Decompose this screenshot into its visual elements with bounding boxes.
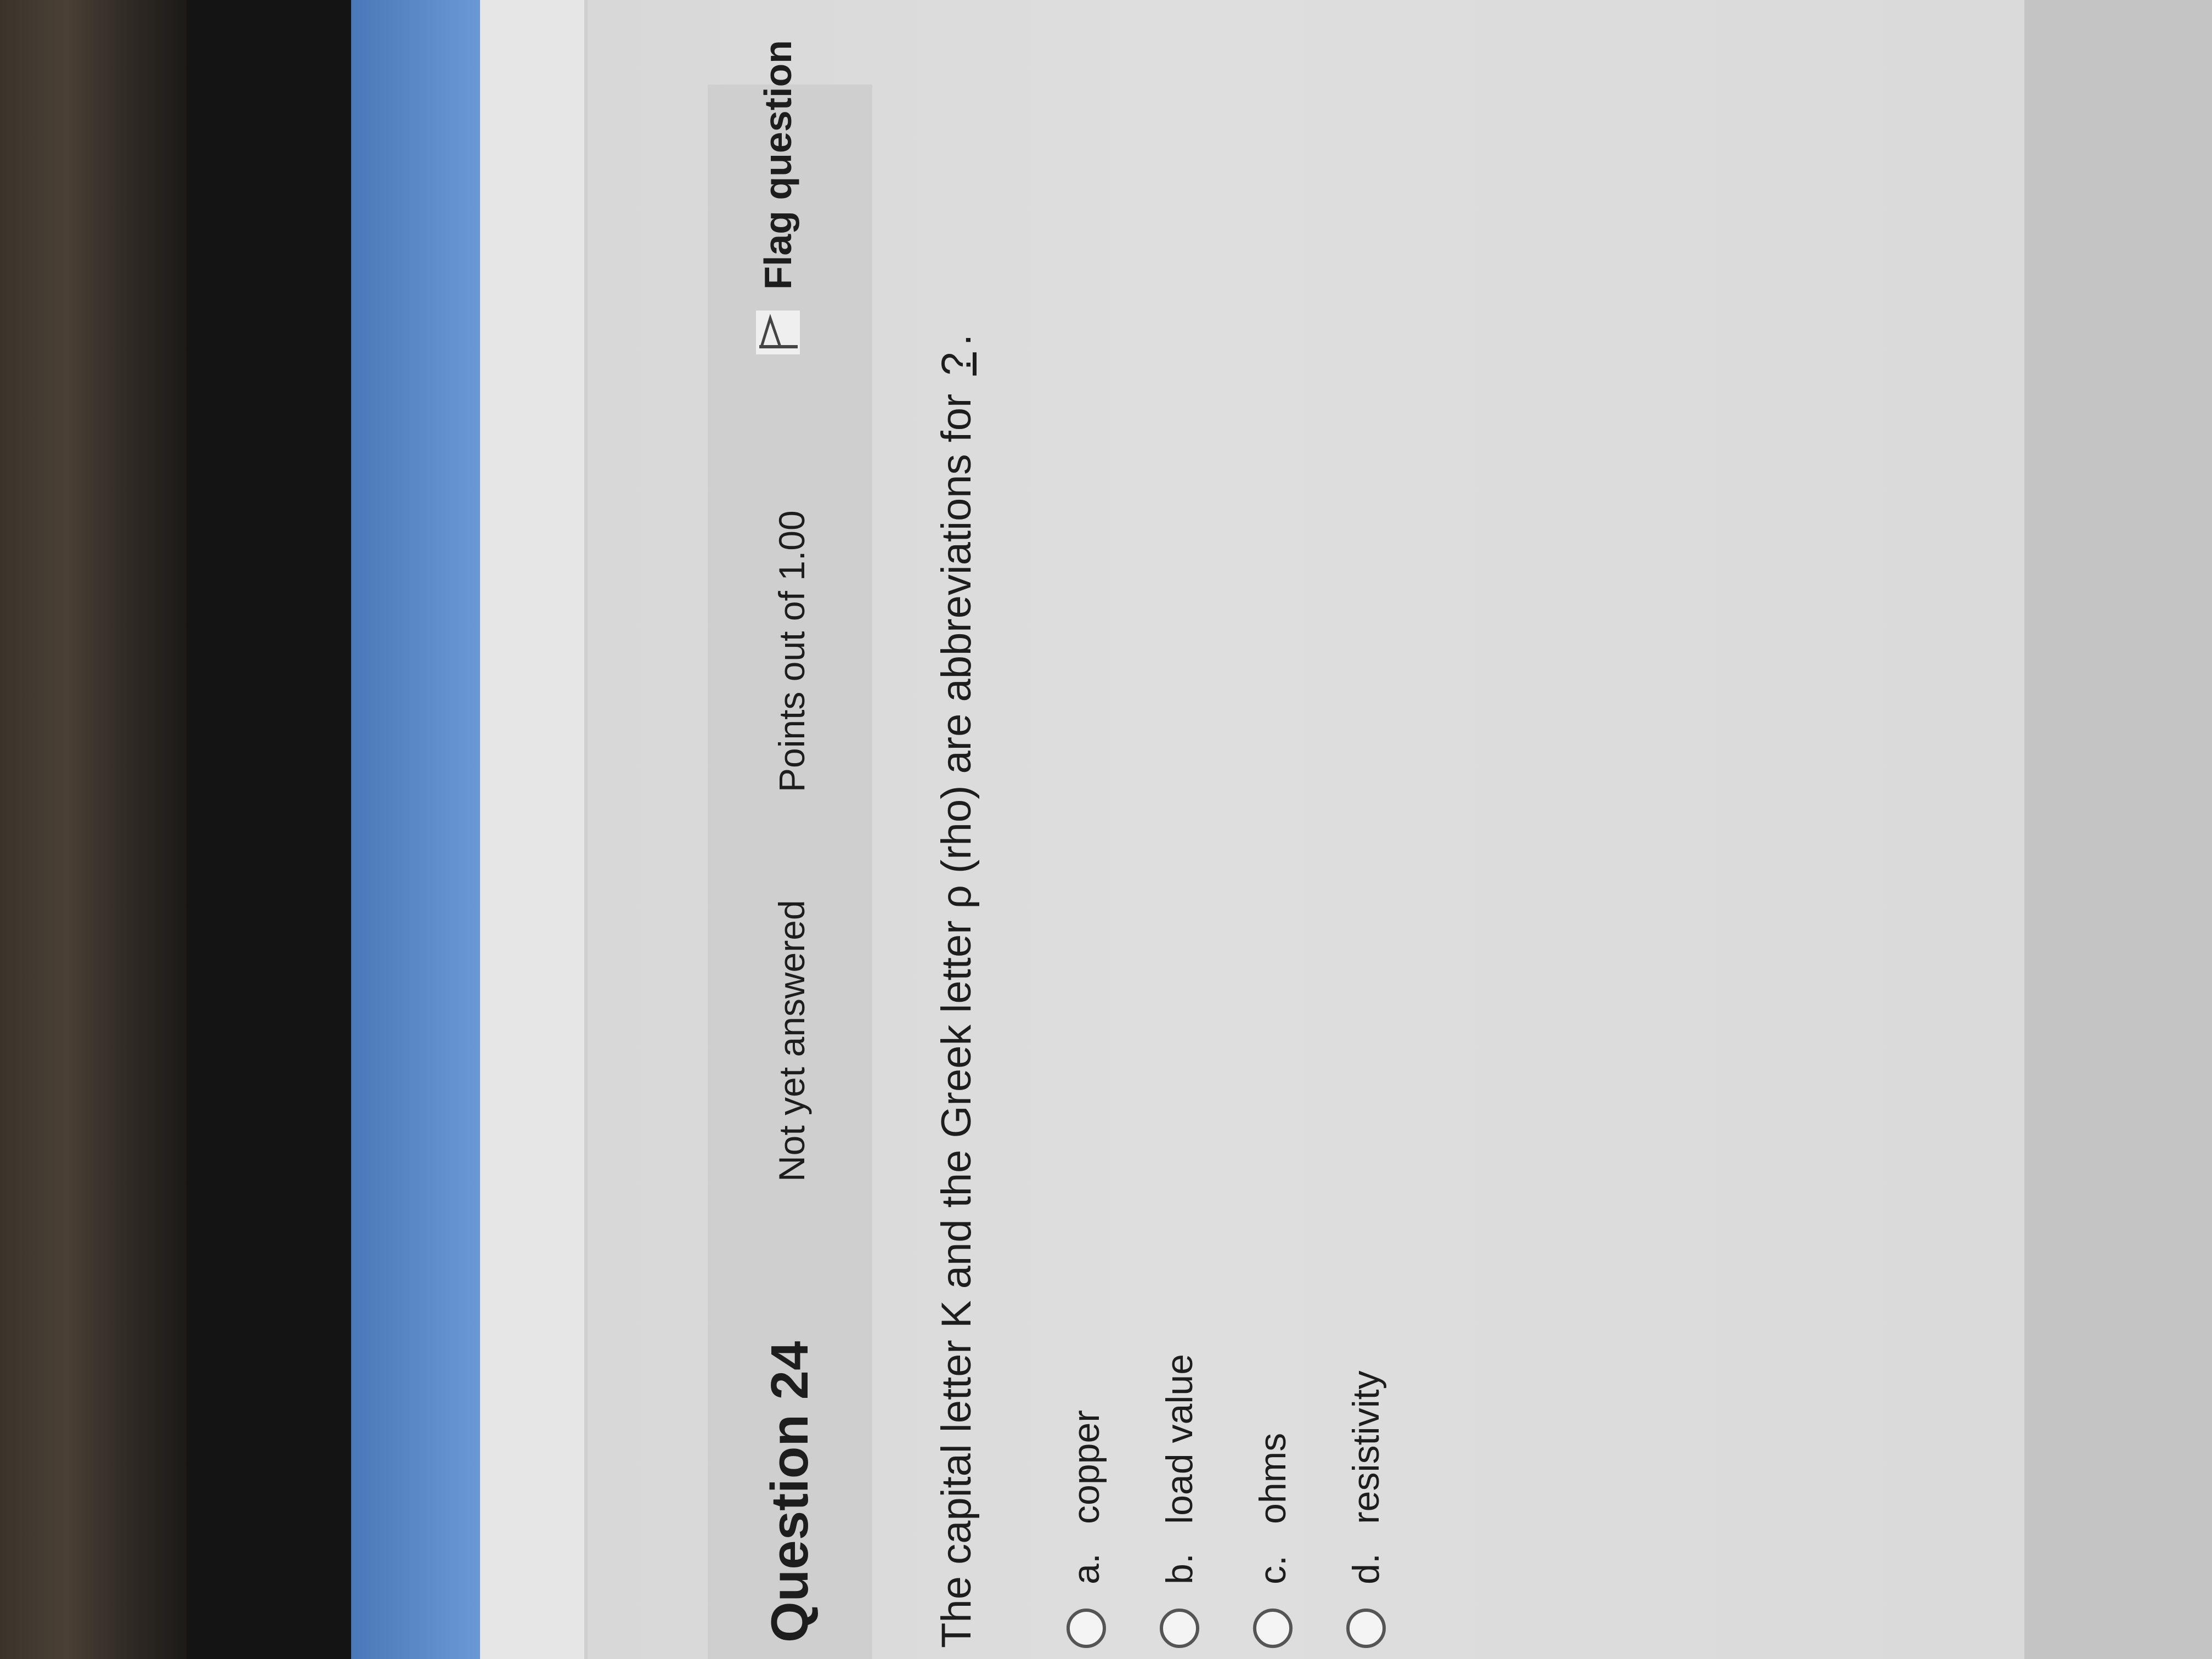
- question-text: The capital letter K and the Greek lette…: [933, 334, 980, 1648]
- flag-question-label: Flag question: [757, 40, 799, 290]
- radio-unchecked-icon[interactable]: [1066, 1609, 1106, 1648]
- page-right-edge: [2024, 0, 2212, 1659]
- option-label: ohms: [1252, 1432, 1294, 1524]
- option-letter: c.: [1252, 1555, 1294, 1584]
- option-letter: b.: [1159, 1553, 1200, 1584]
- radio-unchecked-icon[interactable]: [1346, 1609, 1386, 1648]
- monitor-bezel: [187, 0, 357, 1659]
- question-text-prefix: The capital letter K and the Greek lette…: [933, 382, 980, 1648]
- option-label: resistivity: [1345, 1370, 1387, 1524]
- option-label: copper: [1065, 1410, 1107, 1524]
- browser-sidebar-bar: [351, 0, 483, 1659]
- flag-question-button[interactable]: Flag question: [752, 40, 804, 359]
- radio-unchecked-icon[interactable]: [1160, 1609, 1199, 1648]
- page-left-margin: [480, 0, 588, 1659]
- question-panel: Question 24 Not yet answered Points out …: [708, 0, 2024, 1659]
- photo-frame: Question 24 Not yet answered Points out …: [0, 0, 2212, 1659]
- question-blank: ?: [933, 352, 980, 376]
- answer-options: a. copper b. load value c. ohms d. resis…: [1059, 1354, 1432, 1648]
- option-letter: d.: [1345, 1553, 1387, 1584]
- option-letter: a.: [1065, 1553, 1107, 1584]
- option-c[interactable]: c. ohms: [1245, 1354, 1300, 1648]
- question-points: Points out of 1.00: [771, 510, 812, 792]
- option-b[interactable]: b. load value: [1152, 1354, 1207, 1648]
- flag-icon: [752, 306, 804, 359]
- option-a[interactable]: a. copper: [1059, 1354, 1114, 1648]
- option-d[interactable]: d. resistivity: [1339, 1354, 1393, 1648]
- question-text-suffix: .: [933, 334, 980, 346]
- option-label: load value: [1159, 1353, 1200, 1524]
- question-status: Not yet answered: [771, 900, 812, 1182]
- radio-unchecked-icon[interactable]: [1253, 1609, 1293, 1648]
- question-title: Question 24: [760, 1341, 819, 1643]
